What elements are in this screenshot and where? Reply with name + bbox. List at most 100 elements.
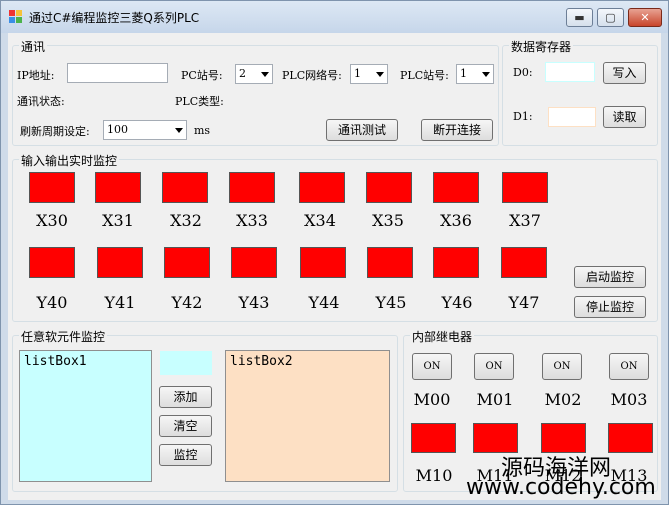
relay-label: M10 [415,466,453,485]
output-led-y44 [300,247,346,278]
write-button[interactable]: 写入 [603,62,646,84]
chevron-down-icon [482,72,490,77]
read-button[interactable]: 读取 [603,106,646,128]
pc-station-select[interactable]: 2 [235,64,273,84]
io-group-label: 输入输出实时监控 [19,152,120,169]
refresh-unit: ms [194,124,211,137]
plc-network-label: PLC网络号: [282,69,342,82]
relay-led-m11 [473,423,518,453]
relay-on-button-m01[interactable]: ON [474,353,514,380]
maximize-button[interactable]: ▢ [597,8,624,27]
plc-station-value: 1 [460,67,467,80]
element-input[interactable] [160,351,212,375]
relay-led-m13 [608,423,653,453]
window-title: 通过C#编程监控三菱Q系列PLC [29,11,200,25]
output-led-y40 [29,247,75,278]
title-bar[interactable]: 通过C#编程监控三菱Q系列PLC ▬ ▢ ✕ [1,1,668,33]
relay-on-button-m03[interactable]: ON [609,353,649,380]
input-led-x36 [433,172,479,203]
relay-led-m10 [411,423,456,453]
comm-status-label: 通讯状态: [17,95,65,108]
relay-label: M00 [413,390,451,409]
comm-group: 通讯 IP地址: PC站号: 2 PLC网络号: 1 PLC站号: 1 通讯状态… [12,38,499,146]
input-led-x37 [502,172,548,203]
output-label: Y45 [375,293,407,312]
main-window: 通过C#编程监控三菱Q系列PLC ▬ ▢ ✕ 通讯 IP地址: PC站号: 2 … [0,0,669,505]
output-led-y43 [231,247,277,278]
relay-on-button-m00[interactable]: ON [412,353,452,380]
input-label: X37 [509,211,541,230]
input-label: X32 [170,211,202,230]
input-label: X31 [102,211,134,230]
input-label: X34 [304,211,336,230]
pc-station-value: 2 [239,67,246,80]
input-led-x34 [299,172,345,203]
clear-button[interactable]: 清空 [159,415,212,437]
plc-station-select[interactable]: 1 [456,64,494,84]
monitor-button[interactable]: 监控 [159,444,212,466]
comm-group-label: 通讯 [19,38,48,55]
output-label: Y42 [171,293,203,312]
client-area: 通讯 IP地址: PC站号: 2 PLC网络号: 1 PLC站号: 1 通讯状态… [8,33,661,500]
refresh-period-select[interactable]: 100 [103,120,187,140]
output-label: Y47 [508,293,540,312]
d1-field[interactable] [548,107,596,127]
soft-element-group: 任意软元件监控 listBox1 添加 清空 监控 listBox2 [12,328,398,492]
input-led-x32 [162,172,208,203]
stop-monitor-button[interactable]: 停止监控 [574,296,646,318]
output-led-y42 [164,247,210,278]
output-label: Y40 [36,293,68,312]
relay-on-button-m02[interactable]: ON [542,353,582,380]
refresh-period-label: 刷新周期设定: [20,125,90,138]
disconnect-button[interactable]: 断开连接 [421,119,493,141]
listbox1[interactable]: listBox1 [19,350,152,482]
close-button[interactable]: ✕ [628,8,662,27]
relay-group-label: 内部继电器 [410,328,475,345]
plc-network-value: 1 [354,67,361,80]
input-led-x31 [95,172,141,203]
chevron-down-icon [175,128,183,133]
ip-input[interactable] [67,63,168,83]
input-led-x33 [229,172,275,203]
chevron-down-icon [376,72,384,77]
soft-element-group-label: 任意软元件监控 [19,328,108,345]
add-button[interactable]: 添加 [159,386,212,408]
output-led-y45 [367,247,413,278]
input-led-x35 [366,172,412,203]
ip-label: IP地址: [17,69,55,82]
plc-station-label: PLC站号: [400,69,449,82]
d0-field[interactable] [545,62,595,82]
input-led-x30 [29,172,75,203]
input-label: X36 [440,211,472,230]
watermark-url: www.codehy.com [466,475,656,500]
plc-network-select[interactable]: 1 [350,64,388,84]
listbox2[interactable]: listBox2 [225,350,390,482]
relay-label: M02 [544,390,582,409]
plc-type-label: PLC类型: [175,95,224,108]
d0-label: D0: [513,66,533,79]
input-label: X30 [36,211,68,230]
pc-station-label: PC站号: [181,69,223,82]
output-led-y47 [501,247,547,278]
minimize-button[interactable]: ▬ [566,8,593,27]
register-group-label: 数据寄存器 [509,38,574,55]
output-label: Y44 [308,293,340,312]
register-group: 数据寄存器 D0: 写入 D1: 读取 [502,38,658,146]
comm-test-button[interactable]: 通讯测试 [326,119,398,141]
io-group: 输入输出实时监控 X30 X31 X32 X33 X34 X35 X36 X37 [12,152,658,322]
output-label: Y41 [104,293,136,312]
output-led-y41 [97,247,143,278]
output-led-y46 [433,247,479,278]
output-label: Y43 [238,293,270,312]
relay-label: M03 [610,390,648,409]
output-label: Y46 [441,293,473,312]
relay-led-m12 [541,423,586,453]
input-label: X35 [372,211,404,230]
refresh-period-value: 100 [107,123,128,136]
start-monitor-button[interactable]: 启动监控 [574,266,646,288]
chevron-down-icon [261,72,269,77]
app-icon [9,10,23,24]
relay-label: M01 [476,390,514,409]
d1-label: D1: [513,110,533,123]
input-label: X33 [236,211,268,230]
